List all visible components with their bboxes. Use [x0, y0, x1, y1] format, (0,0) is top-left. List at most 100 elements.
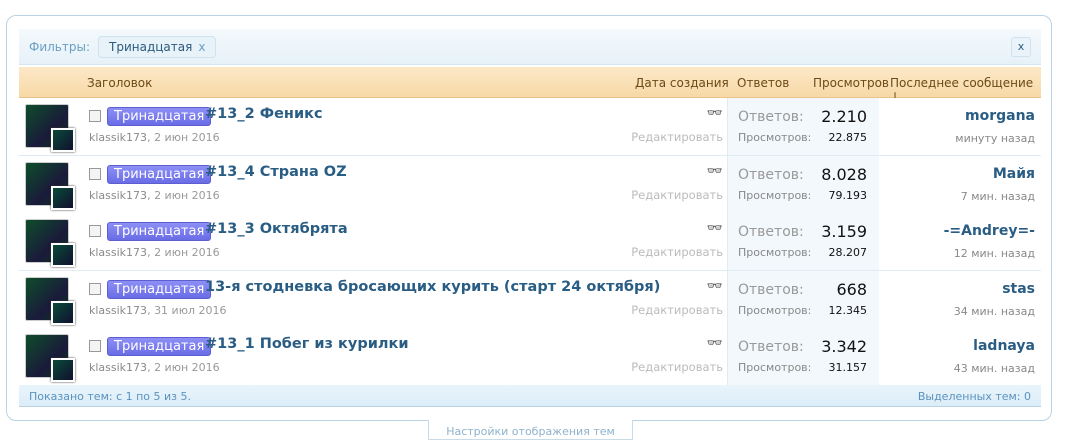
last-poster[interactable]: ladnaya [973, 338, 1035, 354]
thread-prefix[interactable]: Тринадцатая [107, 222, 212, 241]
last-poster[interactable]: -=Andrey=- [944, 223, 1035, 239]
replies-label: Ответов: [738, 166, 804, 183]
views-count: 12.345 [828, 303, 868, 317]
replies-label: Ответов: [738, 339, 804, 355]
list-footer: Показано тем: с 1 по 5 из 5. Выделенных … [19, 385, 1041, 407]
last-post-time[interactable]: 7 мин. назад [961, 190, 1035, 203]
thread-prefix[interactable]: Тринадцатая [107, 279, 212, 299]
last-post-time[interactable]: минуту назад [955, 132, 1035, 145]
thread-title[interactable]: #13_3 Октябрята [205, 221, 348, 237]
thread-meta: klassik173, 31 июл 2016 [89, 303, 227, 317]
replies-count: 3.159 [821, 222, 867, 241]
select-checkbox[interactable] [89, 110, 101, 122]
thread-prefix[interactable]: Тринадцатая [107, 164, 212, 184]
thread-meta: klassik173, 2 июн 2016 [89, 246, 220, 259]
thread-meta: klassik173, 2 июн 2016 [89, 131, 220, 144]
thread-list-container: Фильтры: Тринадцатая x x Заголовок Дата с… [6, 15, 1052, 421]
thread-meta: klassik173, 2 июн 2016 [89, 188, 220, 202]
thread-date: 2 июн 2016 [154, 361, 220, 374]
sort-replies[interactable]: Ответов [737, 76, 789, 90]
last-poster-avatar[interactable] [51, 185, 75, 210]
last-poster[interactable]: morgana [965, 108, 1035, 124]
edit-link[interactable]: Редактировать [631, 360, 723, 374]
select-checkbox[interactable] [89, 167, 101, 180]
thread-stats: Ответов: 3.342 Просмотров: 31.157 [727, 328, 879, 385]
views-count: 79.193 [828, 188, 868, 202]
replies-label: Ответов: [738, 281, 804, 298]
preview-icon[interactable]: 👓 [707, 336, 723, 351]
replies-count: 8.028 [821, 164, 867, 184]
last-post-time[interactable]: 43 мин. назад [954, 362, 1035, 375]
author-link[interactable]: klassik173 [89, 246, 147, 259]
thread-prefix[interactable]: Тринадцатая [107, 337, 212, 356]
views-count: 22.875 [828, 131, 868, 144]
thread-stats: Ответов: 8.028 Просмотров: 79.193 [727, 155, 879, 213]
sort-title[interactable]: Заголовок [87, 76, 152, 90]
thread-row: Тринадцатая #13_4 Страна OZ klassik173, … [19, 155, 1041, 214]
preview-icon[interactable]: 👓 [707, 106, 723, 121]
author-link[interactable]: klassik173 [89, 131, 147, 144]
thread-row: Тринадцатая #13_3 Октябрята klassik173, … [19, 213, 1041, 271]
filters-label: Фильтры: [29, 39, 90, 54]
thread-date: 31 июл 2016 [154, 303, 227, 317]
display-settings-tab[interactable]: Настройки отображения тем [428, 420, 633, 440]
preview-icon[interactable]: 👓 [707, 221, 723, 236]
filter-chip[interactable]: Тринадцатая x [98, 35, 217, 58]
thread-date: 2 июн 2016 [154, 188, 220, 202]
select-checkbox[interactable] [89, 340, 101, 352]
views-count: 31.157 [828, 361, 868, 374]
thread-prefix[interactable]: Тринадцатая [107, 107, 212, 126]
views-label: Просмотров: [738, 188, 812, 202]
shown-count: Показано тем: с 1 по 5 из 5. [29, 390, 192, 403]
thread-title[interactable]: 13-я стодневка бросающих курить (старт 2… [205, 279, 660, 295]
last-poster-avatar[interactable] [51, 300, 75, 325]
views-label: Просмотров: [738, 361, 812, 374]
select-checkbox[interactable] [89, 282, 101, 295]
edit-link[interactable]: Редактировать [631, 130, 723, 144]
author-link[interactable]: klassik173 [89, 361, 147, 374]
thread-stats: Ответов: 2.210 Просмотров: 22.875 [727, 98, 879, 155]
views-label: Просмотров: [738, 246, 812, 259]
views-label: Просмотров: [738, 131, 812, 144]
author-link[interactable]: klassik173 [89, 304, 147, 317]
thread-row: Тринадцатая 13-я стодневка бросающих кур… [19, 270, 1041, 329]
last-poster[interactable]: Майя [993, 166, 1035, 182]
replies-count: 2.210 [821, 107, 867, 126]
thread-stats: Ответов: 3.159 Просмотров: 28.207 [727, 213, 879, 270]
last-poster-avatar[interactable] [51, 243, 75, 267]
sort-date[interactable]: Дата создания [635, 76, 729, 90]
edit-link[interactable]: Редактировать [631, 188, 723, 202]
last-poster[interactable]: stas [1002, 281, 1035, 297]
replies-count: 3.342 [821, 337, 867, 356]
thread-stats: Ответов: 668 Просмотров: 12.345 [727, 270, 879, 328]
thread-date: 2 июн 2016 [154, 131, 220, 144]
thread-title[interactable]: #13_2 Феникс [205, 106, 323, 122]
preview-icon[interactable]: 👓 [707, 279, 723, 294]
last-poster-avatar[interactable] [51, 128, 75, 152]
clear-filters-button[interactable]: x [1011, 37, 1031, 57]
select-checkbox[interactable] [89, 225, 101, 237]
sort-views[interactable]: Просмотров [813, 76, 889, 90]
edit-link[interactable]: Редактировать [631, 245, 723, 259]
views-label: Просмотров: [738, 303, 812, 317]
author-link[interactable]: klassik173 [89, 189, 147, 202]
thread-row: Тринадцатая #13_1 Побег из курилки klass… [19, 328, 1041, 386]
replies-label: Ответов: [738, 109, 804, 125]
views-count: 28.207 [828, 246, 868, 259]
preview-icon[interactable]: 👓 [707, 164, 723, 179]
filter-bar: Фильтры: Тринадцатая x x [19, 29, 1041, 65]
thread-title[interactable]: #13_4 Страна OZ [205, 164, 347, 180]
remove-filter-icon[interactable]: x [198, 40, 205, 54]
filter-chip-label: Тринадцатая [109, 39, 193, 54]
last-post-time[interactable]: 12 мин. назад [954, 247, 1035, 260]
selected-count: Выделенных тем: 0 [917, 390, 1031, 403]
table-header: Заголовок Дата создания Ответов Просмотр… [19, 67, 1041, 104]
thread-date: 2 июн 2016 [154, 246, 220, 259]
last-poster-avatar[interactable] [51, 358, 75, 382]
thread-meta: klassik173, 2 июн 2016 [89, 361, 220, 374]
edit-link[interactable]: Редактировать [631, 303, 723, 317]
replies-count: 668 [836, 279, 867, 299]
replies-label: Ответов: [738, 224, 804, 240]
last-post-time[interactable]: 34 мин. назад [954, 305, 1035, 318]
thread-title[interactable]: #13_1 Побег из курилки [205, 336, 408, 352]
